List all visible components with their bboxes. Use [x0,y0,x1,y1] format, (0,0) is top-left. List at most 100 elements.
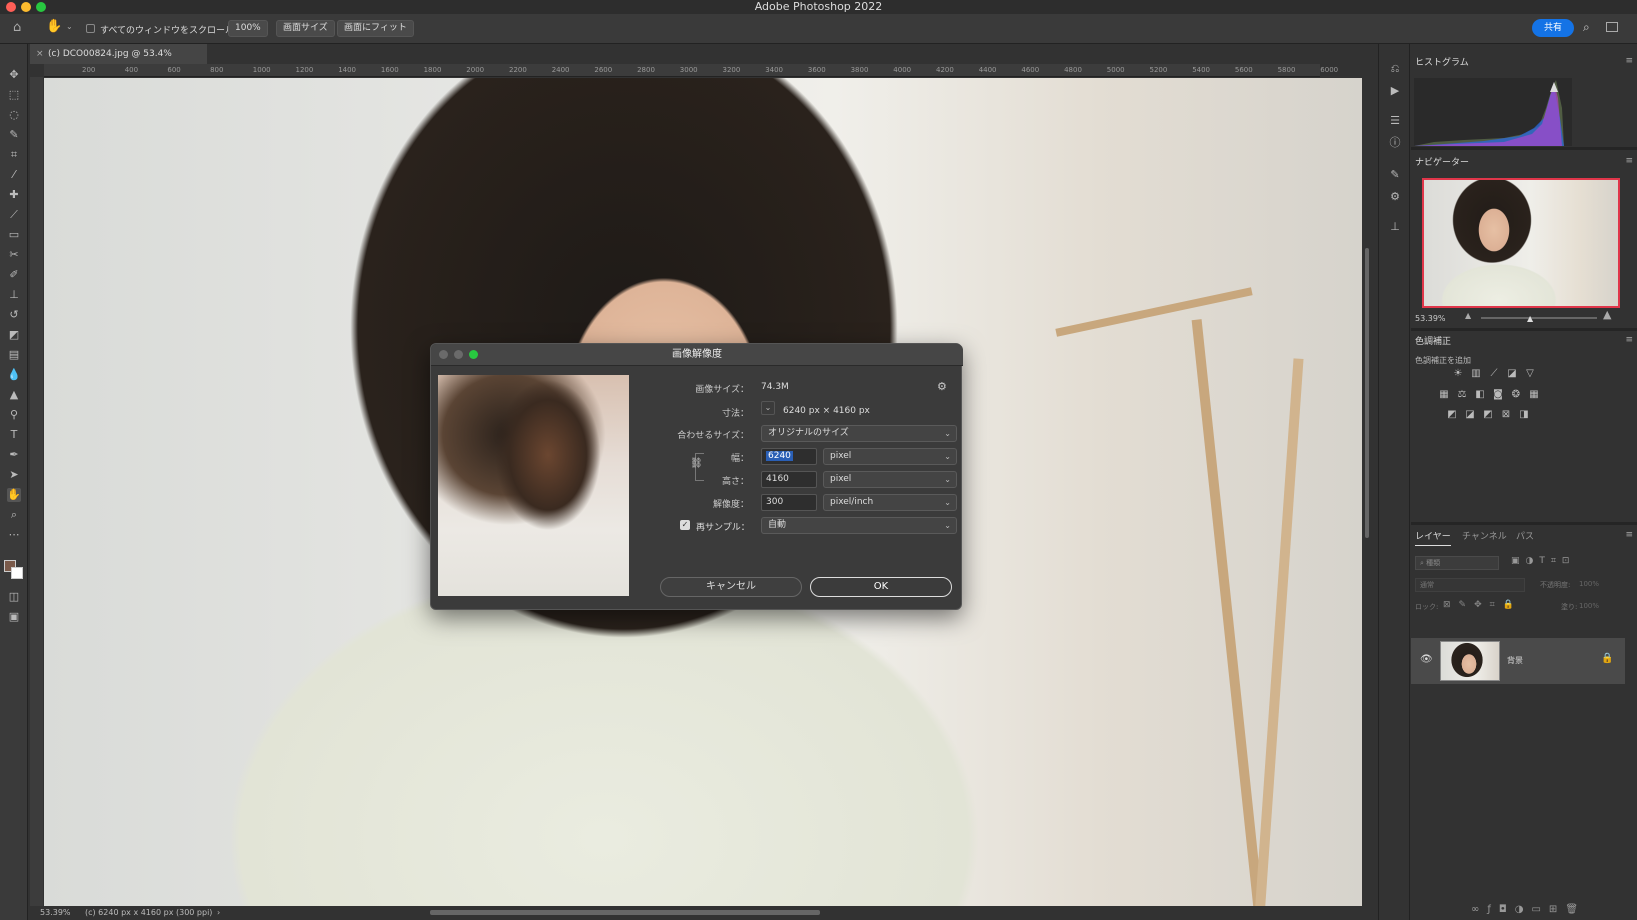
history-panel-icon[interactable]: ⎌ [1388,62,1402,76]
minimize-window-button[interactable] [21,2,31,12]
share-button[interactable]: 共有 [1532,19,1574,37]
adjustments-panel-title[interactable]: 色調補正 [1415,333,1451,351]
resolution-input[interactable]: 300 [761,494,817,511]
invert-icon[interactable]: ◩ [1446,409,1458,421]
vibrance-icon[interactable]: ▽ [1524,368,1536,380]
layer-name[interactable]: 背景 [1507,655,1523,666]
resample-checkbox[interactable]: ✓ [680,520,690,530]
gear-icon[interactable]: ⚙ [937,380,947,393]
blur-tool-icon[interactable]: 💧 [7,368,21,382]
height-unit-select[interactable]: pixel ⌄ [823,471,957,488]
screen-mode-icon[interactable]: ▣ [7,610,21,624]
lock-icons[interactable]: ⊠✎✥⌗🔒 [1443,600,1522,610]
width-unit-select[interactable]: pixel ⌄ [823,448,957,465]
chevron-down-icon[interactable]: ⌄ [66,22,73,31]
zoom-100-button[interactable]: 100% [228,20,268,37]
move-tool-icon[interactable]: ✥ [7,68,21,82]
background-color-swatch[interactable] [11,567,23,579]
document-tab[interactable]: × (c) DCO00824.jpg @ 53.4% (RGB/8) [30,44,207,79]
ruler-tool-icon[interactable]: ⟋ [7,208,21,222]
stamp-tool-icon[interactable]: ⊥ [7,288,21,302]
horizontal-scroll-thumb[interactable] [430,910,820,915]
close-tab-icon[interactable]: × [36,44,44,64]
navigator-zoom-thumb[interactable]: ▲ [1527,314,1533,323]
brightness-icon[interactable]: ☀ [1452,368,1464,380]
document-info-status[interactable]: (c) 6240 px x 4160 px (300 ppi) [85,906,212,920]
black-white-icon[interactable]: ◧ [1474,389,1486,401]
dimensions-chevron-icon[interactable]: ⌄ [761,401,775,415]
selective-color-icon[interactable]: ⊠ [1500,409,1512,421]
color-balance-icon[interactable]: ⚖ [1456,389,1468,401]
exposure-icon[interactable]: ◪ [1506,368,1518,380]
close-window-button[interactable] [6,2,16,12]
dialog-minimize-button[interactable] [454,350,463,359]
panel-menu-icon[interactable]: ≡ [1625,56,1633,66]
history-brush-tool-icon[interactable]: ↺ [7,308,21,322]
dialog-title-bar[interactable]: 画像解像度 [431,344,963,366]
fit-screen-button[interactable]: 画面にフィット [337,20,414,37]
color-lookup-icon[interactable]: ▦ [1528,389,1540,401]
layer-footer-icons[interactable]: ∞ƒ◘◑▭⊞🗑 [1471,904,1586,915]
marquee-tool-icon[interactable]: ⬚ [7,88,21,102]
crop-tool-icon[interactable]: ⌗ [7,148,21,162]
navigator-preview[interactable] [1422,178,1620,308]
horizontal-ruler[interactable]: 200 400 600 800 1000 1200 1400 1600 1800 2000 2200… [44,64,1338,77]
scroll-all-windows-checkbox[interactable] [86,24,95,33]
zoom-status[interactable]: 53.39% [40,906,71,920]
brush-tool-icon[interactable]: ✐ [7,268,21,282]
adjustments-menu-icon[interactable]: ≡ [1625,335,1633,345]
navigator-panel-title[interactable]: ナビゲーター [1415,154,1469,172]
gradient-map-icon[interactable]: ◨ [1518,409,1530,421]
photo-filter-icon[interactable]: ◙ [1492,389,1504,401]
paths-tab[interactable]: パス [1516,528,1534,546]
healing-brush-tool-icon[interactable]: ✚ [7,188,21,202]
zoom-tool-icon[interactable]: ⌕ [7,508,21,522]
histogram-panel-title[interactable]: ヒストグラム [1415,54,1469,72]
layer-filter-search[interactable]: ⌕ 種類 [1415,556,1499,570]
adjust-sliders-icon[interactable]: ⚙ [1388,190,1402,204]
brush-settings-icon[interactable]: ✎ [1388,168,1402,182]
opacity-value[interactable]: 100% [1579,580,1599,588]
maximize-window-button[interactable] [36,2,46,12]
navigator-menu-icon[interactable]: ≡ [1625,156,1633,166]
path-select-tool-icon[interactable]: ➤ [7,468,21,482]
levels-icon[interactable]: ▥ [1470,368,1482,380]
dodge-tool-icon[interactable]: ⚲ [7,408,21,422]
chevron-right-icon[interactable]: › [217,906,220,920]
zoom-in-mountain-icon[interactable]: ▲ [1603,308,1611,321]
fit-to-select[interactable]: オリジナルのサイズ ⌄ [761,425,957,442]
hand-tool-preset-icon[interactable]: ✋ [46,19,62,34]
zoom-out-mountain-icon[interactable]: ▲ [1465,311,1471,320]
quick-select-tool-icon[interactable]: ✎ [7,128,21,142]
actions-panel-icon[interactable]: ▶ [1388,84,1402,98]
quick-mask-icon[interactable]: ◫ [7,590,21,604]
layers-tab[interactable]: レイヤー [1415,528,1451,546]
eyedropper-tool-icon[interactable]: ⁄ [7,168,21,182]
info-panel-icon[interactable]: ⓘ [1388,136,1402,150]
properties-panel-icon[interactable]: ☰ [1388,114,1402,128]
vertical-ruler[interactable] [30,77,43,907]
home-icon[interactable]: ⌂ [13,20,21,35]
more-tools-icon[interactable]: ⋯ [7,528,21,542]
width-input[interactable]: 6240 [761,448,817,465]
sharpen-tool-icon[interactable]: ▲ [7,388,21,402]
lock-icon[interactable]: 🔒 [1601,653,1613,664]
eye-visibility-icon[interactable]: 👁 [1420,654,1433,665]
blend-mode-select[interactable]: 通常 [1415,578,1525,592]
navigator-zoom-value[interactable]: 53.39% [1415,314,1446,323]
screen-size-button[interactable]: 画面サイズ [276,20,335,37]
dialog-image-preview[interactable] [438,375,629,596]
eraser-tool-icon[interactable]: ◩ [7,328,21,342]
resolution-unit-select[interactable]: pixel/inch ⌄ [823,494,957,511]
layer-thumbnail[interactable] [1440,641,1500,681]
layer-row[interactable]: 👁 背景 🔒 [1411,638,1625,684]
curves-icon[interactable]: ⟋ [1488,368,1500,380]
ok-button[interactable]: OK [810,577,952,597]
resample-select[interactable]: 自動 ⌄ [761,517,957,534]
search-icon[interactable]: ⌕ [1583,20,1590,35]
cancel-button[interactable]: キャンセル [660,577,802,597]
clone-source-icon[interactable]: ⊥ [1388,220,1402,234]
height-input[interactable]: 4160 [761,471,817,488]
threshold-icon[interactable]: ◩ [1482,409,1494,421]
hand-tool-icon[interactable]: ✋ [7,488,21,502]
